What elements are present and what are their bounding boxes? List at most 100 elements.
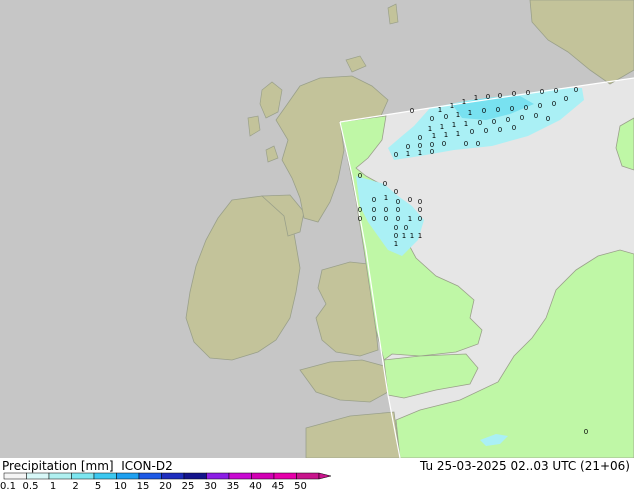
precip-value-marker: 1 xyxy=(384,194,388,202)
precip-value-marker: 0 xyxy=(512,90,516,98)
precip-value-marker: 0 xyxy=(372,196,376,204)
precip-value-marker: 0 xyxy=(564,95,568,103)
precip-value-marker: 1 xyxy=(406,150,410,158)
precip-value-marker: 0 xyxy=(418,198,422,206)
precip-value-marker: 0 xyxy=(384,206,388,214)
precip-value-marker: 0 xyxy=(384,215,388,223)
legend-color-box xyxy=(71,472,95,480)
precip-value-marker: 0 xyxy=(442,140,446,148)
precip-value-marker: 0 xyxy=(372,206,376,214)
precip-value-marker: 1 xyxy=(456,130,460,138)
precip-value-marker: 1 xyxy=(450,102,454,110)
weather-map-figure: 0111100000000110000001111000000111000000… xyxy=(0,0,634,490)
precip-value-marker: 0 xyxy=(584,428,588,436)
legend-color-box xyxy=(26,472,50,480)
legend-color-box xyxy=(183,472,207,480)
precip-value-marker: 0 xyxy=(496,106,500,114)
legend-color-box xyxy=(138,472,162,480)
chart-title: Precipitation [mm] ICON-D2 xyxy=(2,459,173,473)
legend-tick-label: 1 xyxy=(50,481,56,490)
precip-value-marker: 0 xyxy=(394,232,398,240)
precip-value-marker: 0 xyxy=(484,127,488,135)
precip-value-marker: 0 xyxy=(418,206,422,214)
precip-value-marker: 1 xyxy=(464,120,468,128)
precip-value-marker: 0 xyxy=(418,134,422,142)
precip-value-marker: 0 xyxy=(478,119,482,127)
precip-value-marker: 0 xyxy=(418,215,422,223)
precip-value-marker: 0 xyxy=(358,206,362,214)
legend-color-box xyxy=(206,472,230,480)
precip-value-marker: 1 xyxy=(432,132,436,140)
precip-value-marker: 1 xyxy=(462,98,466,106)
precip-value-marker: 0 xyxy=(486,93,490,101)
precip-value-marker: 1 xyxy=(418,149,422,157)
legend-footer: Precipitation [mm] ICON-D2 Tu 25-03-2025… xyxy=(0,458,634,490)
precip-value-marker: 1 xyxy=(440,123,444,131)
precip-value-marker: 0 xyxy=(372,215,376,223)
precip-value-marker: 0 xyxy=(524,104,528,112)
legend-tick-label: 35 xyxy=(227,481,240,490)
precip-value-marker: 0 xyxy=(404,224,408,232)
precip-value-marker: 0 xyxy=(430,148,434,156)
precip-value-marker: 0 xyxy=(492,118,496,126)
precip-value-marker: 1 xyxy=(474,94,478,102)
precip-value-marker: 0 xyxy=(396,198,400,206)
precip-value-marker: 1 xyxy=(408,215,412,223)
precip-value-marker: 0 xyxy=(498,126,502,134)
valid-time-label: Tu 25-03-2025 02..03 UTC (21+06) xyxy=(419,459,630,473)
precip-value-marker: 0 xyxy=(554,87,558,95)
legend-color-box xyxy=(93,472,117,480)
legend-tick-label: 40 xyxy=(249,481,262,490)
precip-value-marker: 0 xyxy=(394,224,398,232)
precip-value-marker: 1 xyxy=(456,111,460,119)
precip-value-marker: 0 xyxy=(574,86,578,94)
legend-tick-label: 45 xyxy=(272,481,285,490)
precip-value-marker: 1 xyxy=(418,232,422,240)
precipitation-map: 0 1 1 1 1 0 0 0 0 0 00 0 1 1 0 0 0 0 0 01 1 1 1 0 0 0 0 00 1 1 1 0 0 0 00 0… xyxy=(0,0,634,458)
legend-tick-label: 15 xyxy=(137,481,150,490)
precip-value-marker: 0 xyxy=(482,107,486,115)
precip-value-marker: 0 xyxy=(410,107,414,115)
legend-color-box xyxy=(161,472,185,480)
precip-value-marker: 0 xyxy=(498,92,502,100)
legend-tick-label: 2 xyxy=(72,481,78,490)
precip-value-marker: 0 xyxy=(540,88,544,96)
legend-tick-label: 0.5 xyxy=(23,481,39,490)
legend-tick-label: 0.1 xyxy=(0,481,16,490)
precip-value-marker: 1 xyxy=(410,232,414,240)
precip-value-marker: 0 xyxy=(358,215,362,223)
precip-value-marker: 0 xyxy=(464,140,468,148)
legend-color-box xyxy=(3,472,27,480)
precip-value-marker: 0 xyxy=(396,206,400,214)
precip-value-marker: 0 xyxy=(383,180,387,188)
legend-tick-label: 50 xyxy=(294,481,307,490)
legend-tick-label: 5 xyxy=(95,481,101,490)
precip-value-marker: 0 xyxy=(430,115,434,123)
legend-overflow-arrow xyxy=(318,472,332,480)
legend-color-box xyxy=(48,472,72,480)
precip-value-marker: 0 xyxy=(444,113,448,121)
precip-value-marker: 0 xyxy=(520,114,524,122)
precip-value-marker: 0 xyxy=(552,100,556,108)
precip-value-marker: 0 xyxy=(408,196,412,204)
legend-tick-label: 10 xyxy=(114,481,127,490)
colorbar-legend: 0.1 0.5 1 2 5 10 15 20 25 30 35 40 45 50 xyxy=(0,472,332,490)
precip-value-marker: 0 xyxy=(526,89,530,97)
precip-value-marker: 0 xyxy=(510,105,514,113)
legend-tick-label: 20 xyxy=(159,481,172,490)
precip-value-marker: 1 xyxy=(444,131,448,139)
legend-color-box xyxy=(251,472,275,480)
legend-color-box xyxy=(116,472,140,480)
legend-color-box xyxy=(228,472,252,480)
legend-tick-label: 25 xyxy=(182,481,195,490)
precip-value-marker: 0 xyxy=(470,128,474,136)
legend-tick-label: 30 xyxy=(204,481,217,490)
legend-color-box xyxy=(273,472,297,480)
precip-value-marker: 0 xyxy=(506,116,510,124)
precip-value-marker: 0 xyxy=(396,215,400,223)
precip-value-marker: 0 xyxy=(512,124,516,132)
shetland-islands xyxy=(387,3,399,25)
precip-value-marker: 0 xyxy=(534,112,538,120)
precip-value-marker: 0 xyxy=(394,151,398,159)
precip-value-marker: 1 xyxy=(394,240,398,248)
